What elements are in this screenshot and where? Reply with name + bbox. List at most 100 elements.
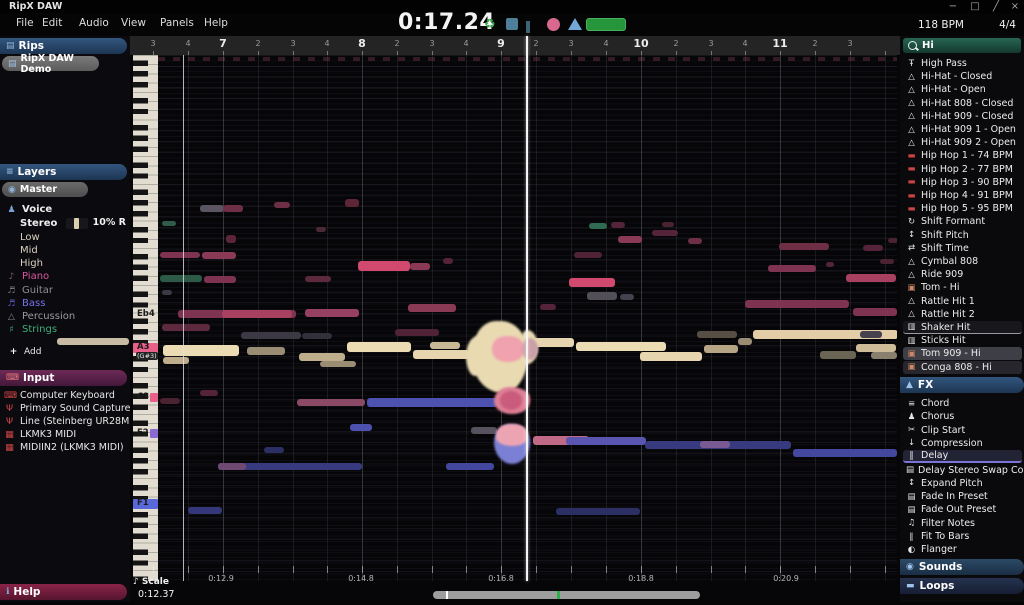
menu-edit[interactable]: Edit <box>42 17 62 29</box>
note[interactable] <box>163 357 189 364</box>
record-button[interactable] <box>547 18 560 31</box>
sound-hi-hat-909-1-open[interactable]: △Hi-Hat 909 1 - Open <box>903 123 1022 136</box>
play-button[interactable] <box>568 18 582 30</box>
sound-rattle-hit-1[interactable]: △Rattle Hit 1 <box>903 295 1022 308</box>
note[interactable] <box>204 276 236 283</box>
note[interactable] <box>443 258 453 264</box>
note[interactable] <box>589 223 607 229</box>
note[interactable] <box>367 398 497 407</box>
note[interactable] <box>745 300 849 308</box>
unpitched-audio-blob[interactable] <box>522 338 538 360</box>
menu-help[interactable]: Help <box>204 17 228 29</box>
menu-file[interactable]: File <box>16 17 34 29</box>
panel-header-input[interactable]: ⌨Input <box>0 370 127 386</box>
unpitched-audio-blob[interactable] <box>496 424 528 446</box>
note[interactable] <box>162 290 172 295</box>
note[interactable] <box>704 345 738 353</box>
fader-handle[interactable] <box>74 218 79 229</box>
layer-row-bass[interactable]: ♬Bass <box>6 297 45 310</box>
note[interactable] <box>446 463 494 470</box>
piano-roll[interactable]: 34723482349234102341123 Eb4A3(G#3)C3F2F1… <box>130 36 900 602</box>
sound-hip-hop-5-95-bpm[interactable]: ▬Hip Hop 5 - 95 BPM <box>903 202 1022 215</box>
note[interactable] <box>888 238 897 243</box>
note[interactable] <box>320 361 356 367</box>
sound-tom-909-hi[interactable]: ▣Tom 909 - Hi <box>903 347 1022 360</box>
sound-rattle-hit-2[interactable]: △Rattle Hit 2 <box>903 308 1022 321</box>
note[interactable] <box>223 205 243 212</box>
input-item[interactable]: ⌨Computer Keyboard <box>4 389 115 402</box>
sound-hip-hop-2-77-bpm[interactable]: ▬Hip Hop 2 - 77 BPM <box>903 163 1022 176</box>
stereo-pan-fader[interactable] <box>66 218 88 229</box>
panel-header-layers[interactable]: ≡Layers <box>0 164 127 180</box>
note[interactable] <box>576 342 666 351</box>
loop-region[interactable] <box>586 18 626 31</box>
note[interactable] <box>160 275 202 282</box>
sound-hip-hop-1-74-bpm[interactable]: ▬Hip Hop 1 - 74 BPM <box>903 149 1022 162</box>
note[interactable] <box>620 294 634 300</box>
input-item[interactable]: ▦LKMK3 MIDI <box>4 428 76 441</box>
note[interactable] <box>222 310 292 318</box>
sound-shaker-hit[interactable]: ▥Shaker Hit <box>903 321 1022 334</box>
note[interactable] <box>700 441 730 448</box>
sound-hi-hat-open[interactable]: △Hi-Hat - Open <box>903 83 1022 96</box>
sound-shift-formant[interactable]: ↻Shift Formant <box>903 215 1022 228</box>
note[interactable] <box>160 252 200 258</box>
input-item[interactable]: ΨPrimary Sound Capture ... <box>4 402 143 415</box>
fx-chorus[interactable]: ♟Chorus <box>903 410 1022 423</box>
note[interactable] <box>853 308 897 316</box>
layer-master[interactable]: ◉Master <box>2 182 88 197</box>
note[interactable] <box>860 331 882 338</box>
note[interactable] <box>566 437 646 445</box>
note[interactable] <box>856 344 896 352</box>
note[interactable] <box>408 304 456 312</box>
timeline-ruler[interactable]: 34723482349234102341123 <box>130 36 900 56</box>
sound-hip-hop-3-90-bpm[interactable]: ▬Hip Hop 3 - 90 BPM <box>903 176 1022 189</box>
fx-fade-in-preset[interactable]: ▤Fade In Preset <box>903 490 1022 503</box>
piano-keys[interactable]: Eb4A3(G#3)C3F2F1 <box>133 55 158 581</box>
note[interactable] <box>162 324 210 331</box>
note[interactable] <box>413 350 469 359</box>
menu-panels[interactable]: Panels <box>160 17 194 29</box>
note[interactable] <box>556 508 640 515</box>
sound-hi-hat-909-closed[interactable]: △Hi-Hat 909 - Closed <box>903 110 1022 123</box>
layer-row-stereo[interactable]: Stereo <box>20 217 57 230</box>
rip-item[interactable]: ▤RipX DAW Demo <box>2 56 99 71</box>
sound-ride-909[interactable]: △Ride 909 <box>903 268 1022 281</box>
note[interactable] <box>826 262 834 267</box>
sound-sticks-hit[interactable]: ▥Sticks Hit <box>903 334 1022 347</box>
menu-audio[interactable]: Audio <box>79 17 109 29</box>
sound-high-pass[interactable]: ŦHigh Pass <box>903 57 1022 70</box>
note[interactable] <box>871 352 897 359</box>
note[interactable] <box>200 390 218 396</box>
note[interactable] <box>274 202 290 208</box>
panel-header-sounds[interactable]: ◉Sounds <box>900 559 1024 575</box>
fx-delay[interactable]: ‖Delay <box>903 450 1022 463</box>
note[interactable] <box>264 447 284 453</box>
fx-flanger[interactable]: ◐Flanger <box>903 543 1022 556</box>
note[interactable] <box>218 463 246 470</box>
edit-window-icon[interactable]: ╱ <box>989 1 1003 12</box>
note[interactable] <box>697 331 737 338</box>
sound-hi-hat-808-closed[interactable]: △Hi-Hat 808 - Closed <box>903 97 1022 110</box>
note[interactable] <box>611 222 625 228</box>
note[interactable] <box>297 399 365 406</box>
input-item[interactable]: ▦MIDIIN2 (LKMK3 MIDI) <box>4 441 124 454</box>
panel-header-help[interactable]: ℹHelp <box>0 584 127 600</box>
note[interactable] <box>316 227 326 232</box>
sound-shift-time[interactable]: ⇄Shift Time <box>903 242 1022 255</box>
layer-row-high[interactable]: High <box>20 257 43 270</box>
note[interactable] <box>202 252 236 259</box>
note[interactable] <box>241 332 301 339</box>
stop-button[interactable] <box>506 18 518 30</box>
sound-cymbal-808[interactable]: △Cymbal 808 <box>903 255 1022 268</box>
note[interactable] <box>471 427 497 434</box>
panel-header-loops[interactable]: ▬Loops <box>900 578 1024 594</box>
layer-row-low[interactable]: Low <box>20 231 40 244</box>
note[interactable] <box>793 449 897 457</box>
add-layer-button[interactable]: +Add <box>8 345 41 358</box>
layers-scrollbar[interactable] <box>57 338 129 345</box>
note[interactable] <box>574 252 602 258</box>
layer-row-voice[interactable]: ♟Voice <box>6 203 52 216</box>
scale-label-box[interactable]: ♪ Scale <box>133 577 169 587</box>
fx-expand-pitch[interactable]: ↕Expand Pitch <box>903 477 1022 490</box>
